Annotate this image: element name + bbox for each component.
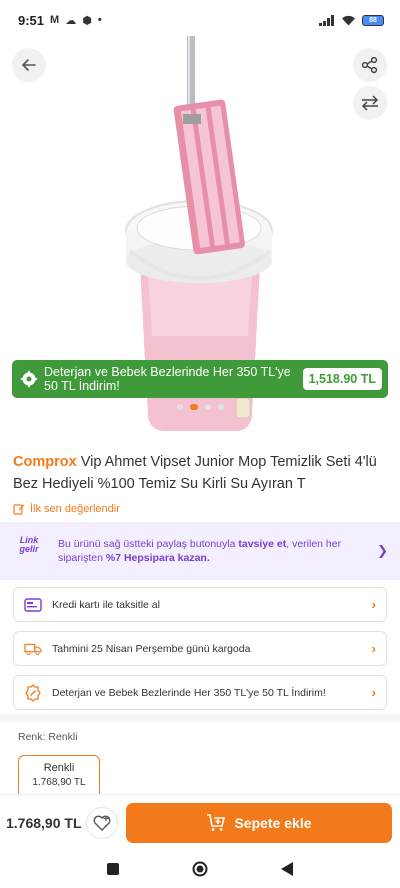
system-nav-bar: [0, 850, 400, 888]
cloud-icon: ☁: [65, 14, 77, 27]
variant-option[interactable]: Renkli 1.768,90 TL: [18, 755, 100, 799]
chevron-right-icon: ›: [371, 685, 376, 700]
chevron-right-icon: ›: [371, 641, 376, 656]
pagination-dot[interactable]: [217, 404, 224, 410]
referral-text: Bu ürünü sağ üstteki paylaş butonuyla ta…: [58, 538, 342, 564]
compare-button[interactable]: [353, 86, 387, 120]
favorite-button[interactable]: [86, 806, 118, 839]
discount-icon: [24, 683, 42, 702]
arrow-left-icon: [22, 59, 36, 71]
delivery-card[interactable]: Tahmini 25 Nisan Perşembe günü kargoda ›: [13, 631, 387, 666]
package-icon: ⬢: [82, 14, 92, 27]
status-right: 88: [319, 14, 384, 26]
share-icon: [361, 56, 378, 74]
bottom-action-bar: 1.768,90 TL Sepete ekle: [0, 794, 400, 850]
brand-link[interactable]: Comprox: [13, 454, 77, 470]
add-to-cart-label: Sepete ekle: [234, 814, 312, 831]
campaign-text: Deterjan ve Bebek Bezlerinde Her 350 TL'…: [44, 365, 291, 393]
image-pagination: [0, 404, 400, 410]
signal-icon: [319, 14, 334, 26]
home-circle-icon[interactable]: [192, 861, 208, 877]
campaign-banner[interactable]: Deterjan ve Bebek Bezlerinde Her 350 TL'…: [12, 360, 388, 398]
review-cta[interactable]: İlk sen değerlendir: [13, 503, 120, 515]
pagination-dot-active[interactable]: [189, 404, 198, 410]
campaign-card-label: Deterjan ve Bebek Bezlerinde Her 350 TL'…: [52, 686, 326, 699]
pagination-dot[interactable]: [204, 404, 211, 410]
installment-card[interactable]: Kredi kartı ile taksitle al ›: [13, 587, 387, 622]
product-image-gallery[interactable]: Deterjan ve Bebek Bezlerinde Her 350 TL'…: [0, 36, 400, 436]
heart-icon: [93, 815, 111, 831]
variant-label: Renk: Renkli: [18, 731, 78, 743]
chevron-right-icon: ›: [371, 597, 376, 612]
app-m-icon: M: [50, 14, 60, 26]
battery-icon: 88: [362, 14, 384, 26]
delivery-truck-icon: [24, 640, 42, 658]
referral-banner[interactable]: Link gelir Bu ürünü sağ üstteki paylaş bu…: [0, 522, 400, 580]
cart-add-icon: [207, 813, 226, 831]
recents-square-icon[interactable]: [106, 863, 119, 875]
campaign-price: 1,518.90 TL: [302, 368, 382, 390]
status-bar: 9:51 M ☁ ⬢ • 88: [0, 0, 400, 40]
share-button[interactable]: [353, 48, 387, 82]
variant-price: 1.768,90 TL: [32, 777, 86, 788]
review-edit-icon: [13, 504, 25, 515]
chevron-right-icon: ❯: [377, 543, 388, 558]
bottom-price: 1.768,90 TL: [6, 814, 82, 831]
add-to-cart-button[interactable]: Sepete ekle: [126, 802, 392, 843]
compare-arrows-icon: [361, 95, 379, 111]
review-cta-label: İlk sen değerlendir: [30, 503, 120, 515]
back-triangle-icon[interactable]: [281, 862, 294, 876]
status-left: 9:51 M ☁ ⬢ •: [18, 13, 102, 28]
delivery-label: Tahmini 25 Nisan Perşembe günü kargoda: [52, 642, 251, 655]
section-divider: [0, 714, 400, 722]
pagination-dot[interactable]: [176, 404, 183, 410]
status-time: 9:51: [18, 12, 45, 28]
wifi-icon: [342, 15, 355, 25]
campaign-card[interactable]: Deterjan ve Bebek Bezlerinde Her 350 TL'…: [13, 675, 387, 710]
badge-gear-icon: [20, 370, 38, 388]
notification-dot-icon: •: [97, 14, 102, 26]
variant-name: Renkli: [43, 762, 75, 774]
link-gelir-logo: Link gelir: [19, 535, 39, 554]
back-button[interactable]: [12, 48, 46, 82]
product-title: Comprox Vip Ahmet Vipset Junior Mop Temi…: [13, 451, 387, 495]
credit-card-icon: [24, 596, 42, 614]
installment-label: Kredi kartı ile taksitle al: [52, 598, 160, 611]
